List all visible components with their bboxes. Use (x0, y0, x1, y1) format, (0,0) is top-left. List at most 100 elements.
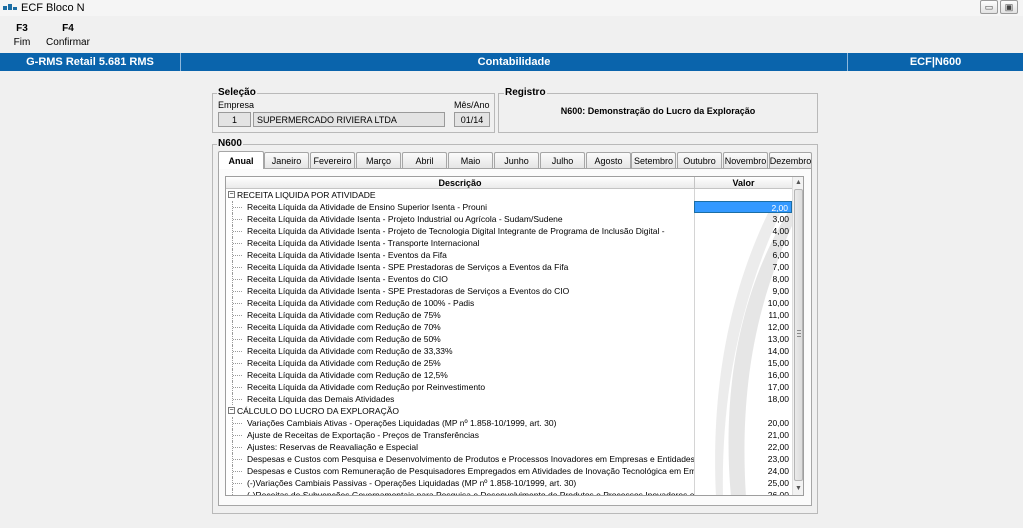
confirmar-button[interactable]: F4 Confirmar (46, 18, 90, 52)
row-value-cell[interactable]: 25,00 (694, 477, 792, 489)
row-value-cell[interactable]: 8,00 (694, 273, 792, 285)
row-description: Receita Líquida da Atividade com Redução… (247, 310, 441, 320)
table-row[interactable]: Ajuste de Receitas de Exportação - Preço… (226, 429, 792, 441)
table-row[interactable]: Receita Líquida das Demais Atividades 18,… (226, 393, 792, 405)
table-row[interactable]: Receita Líquida da Atividade com Redução… (226, 381, 792, 393)
table-row[interactable]: Receita Líquida da Atividade com Redução… (226, 357, 792, 369)
header-descricao[interactable]: Descrição (226, 177, 694, 189)
tab-anual[interactable]: Anual (218, 151, 264, 169)
row-value-cell[interactable]: 4,00 (694, 225, 792, 237)
tab-outubro[interactable]: Outubro (677, 152, 722, 168)
row-value-cell[interactable]: 17,00 (694, 381, 792, 393)
confirmar-key: F4 (62, 23, 74, 34)
grid-group-row[interactable]: − RECEITA LIQUIDA POR ATIVIDADE (226, 189, 792, 201)
row-value-cell[interactable]: 6,00 (694, 249, 792, 261)
n600-grid[interactable]: Descrição Valor − RECEITA LIQUIDA POR ATI… (225, 176, 804, 496)
table-row[interactable]: Despesas e Custos com Pesquisa e Desenvo… (226, 453, 792, 465)
row-value-cell[interactable]: 14,00 (694, 345, 792, 357)
row-description: Receita Líquida da Atividade Isenta - SP… (247, 286, 570, 296)
table-row[interactable]: (-)Receitas de Subvenções Governamentais… (226, 489, 792, 496)
row-value-cell[interactable]: 5,00 (694, 237, 792, 249)
row-value-cell[interactable]: 9,00 (694, 285, 792, 297)
empresa-name-field[interactable]: SUPERMERCADO RIVIERA LTDA (253, 112, 445, 127)
row-value-cell[interactable]: 12,00 (694, 321, 792, 333)
table-row[interactable]: (-)Variações Cambiais Passivas - Operaçõ… (226, 477, 792, 489)
table-row[interactable]: Receita Líquida da Atividade Isenta - SP… (226, 285, 792, 297)
tab-maio[interactable]: Maio (448, 152, 493, 168)
table-row[interactable]: Variações Cambiais Ativas - Operações Li… (226, 417, 792, 429)
row-description: (-)Receitas de Subvenções Governamentais… (247, 490, 694, 496)
row-description: Receita Líquida da Atividade Isenta - SP… (247, 262, 569, 272)
row-value-cell[interactable]: 13,00 (694, 333, 792, 345)
row-value-cell[interactable]: 11,00 (694, 309, 792, 321)
table-row[interactable]: Receita Líquida da Atividade Isenta - Pr… (226, 213, 792, 225)
tab-janeiro[interactable]: Janeiro (264, 152, 309, 168)
table-row[interactable]: Receita Líquida da Atividade Isenta - Ev… (226, 273, 792, 285)
table-row[interactable]: Receita Líquida da Atividade com Redução… (226, 297, 792, 309)
row-value-cell[interactable] (694, 189, 792, 201)
tab-agosto[interactable]: Agosto (586, 152, 631, 168)
row-description: Receita Líquida da Atividade Isenta - Ev… (247, 250, 447, 260)
tab-marco[interactable]: Março (356, 152, 401, 168)
row-value-cell[interactable]: 15,00 (694, 357, 792, 369)
scroll-up-arrow-icon[interactable]: ▲ (793, 177, 803, 188)
scroll-down-arrow-icon[interactable]: ▼ (793, 483, 803, 494)
table-row[interactable]: Receita Líquida da Atividade com Redução… (226, 333, 792, 345)
table-row[interactable]: Receita Líquida da Atividade Isenta - Ev… (226, 249, 792, 261)
row-description: Receita Líquida da Atividade Isenta - Ev… (247, 274, 448, 284)
minimize-icon: ▭ (984, 1, 994, 12)
row-value-cell[interactable]: 10,00 (694, 297, 792, 309)
tab-dezembro[interactable]: Dezembro (769, 152, 812, 168)
table-row[interactable]: Receita Líquida da Atividade com Redução… (226, 309, 792, 321)
table-row[interactable]: Receita Líquida da Atividade Isenta - Pr… (226, 225, 792, 237)
table-row[interactable]: Receita Líquida da Atividade com Redução… (226, 369, 792, 381)
maximize-button[interactable]: ▣ (1000, 0, 1018, 14)
tab-abril[interactable]: Abril (402, 152, 447, 168)
table-row[interactable]: Receita Líquida da Atividade de Ensino S… (226, 201, 792, 213)
table-row[interactable]: Receita Líquida da Atividade Isenta - Tr… (226, 237, 792, 249)
tab-junho[interactable]: Junho (494, 152, 539, 168)
tab-setembro[interactable]: Setembro (631, 152, 676, 168)
empresa-code-field[interactable]: 1 (218, 112, 251, 127)
table-row[interactable]: Ajustes: Reservas de Reavaliação e Espec… (226, 441, 792, 453)
row-value-cell[interactable]: 23,00 (694, 453, 792, 465)
toolbar: F3 Fim F4 Confirmar (0, 18, 1023, 52)
row-value-cell[interactable]: 21,00 (694, 429, 792, 441)
table-row[interactable]: Receita Líquida da Atividade com Redução… (226, 345, 792, 357)
tab-fevereiro[interactable]: Fevereiro (310, 152, 355, 168)
table-row[interactable]: Despesas e Custos com Remuneração de Pes… (226, 465, 792, 477)
row-value-cell[interactable]: 2,00 (694, 201, 792, 213)
status-product: G-RMS Retail 5.681 RMS (0, 53, 181, 71)
status-bar: G-RMS Retail 5.681 RMS Contabilidade ECF… (0, 53, 1023, 71)
row-description: Ajustes: Reservas de Reavaliação e Espec… (247, 442, 419, 452)
row-description: Receita Líquida da Atividade com Redução… (247, 346, 453, 356)
row-description: Ajuste de Receitas de Exportação - Preço… (247, 430, 479, 440)
grid-header: Descrição Valor (226, 177, 803, 189)
mesano-field[interactable]: 01/14 (454, 112, 490, 127)
tab-novembro[interactable]: Novembro (723, 152, 768, 168)
row-value-cell[interactable]: 20,00 (694, 417, 792, 429)
vertical-scrollbar[interactable]: ▲ ▼ (792, 177, 803, 495)
minimize-button[interactable]: ▭ (980, 0, 998, 14)
window-title-bar: ECF Bloco N ▭ ▣ (0, 0, 1023, 16)
scroll-thumb[interactable] (794, 189, 803, 481)
row-description: Receita Líquida da Atividade com Redução… (247, 382, 486, 392)
row-value-cell[interactable]: 16,00 (694, 369, 792, 381)
row-value-cell[interactable]: 18,00 (694, 393, 792, 405)
row-description: Despesas e Custos com Pesquisa e Desenvo… (247, 454, 694, 464)
row-value-cell[interactable]: 22,00 (694, 441, 792, 453)
tab-julho[interactable]: Julho (540, 152, 585, 168)
row-value-cell[interactable]: 3,00 (694, 213, 792, 225)
row-value-cell[interactable]: 7,00 (694, 261, 792, 273)
table-row[interactable]: Receita Líquida da Atividade Isenta - SP… (226, 261, 792, 273)
row-value-cell[interactable]: 24,00 (694, 465, 792, 477)
grid-group-row[interactable]: − CÁLCULO DO LUCRO DA EXPLORAÇÃO (226, 405, 792, 417)
row-value-cell[interactable] (694, 405, 792, 417)
table-row[interactable]: Receita Líquida da Atividade com Redução… (226, 321, 792, 333)
row-description: Receita Líquida da Atividade com Redução… (247, 298, 475, 308)
header-valor[interactable]: Valor (694, 177, 792, 189)
row-description: Receita Líquida da Atividade de Ensino S… (247, 202, 488, 212)
row-value-cell[interactable]: 26,00 (694, 489, 792, 495)
fim-label: Fim (13, 37, 31, 48)
fim-button[interactable]: F3 Fim (0, 18, 44, 52)
